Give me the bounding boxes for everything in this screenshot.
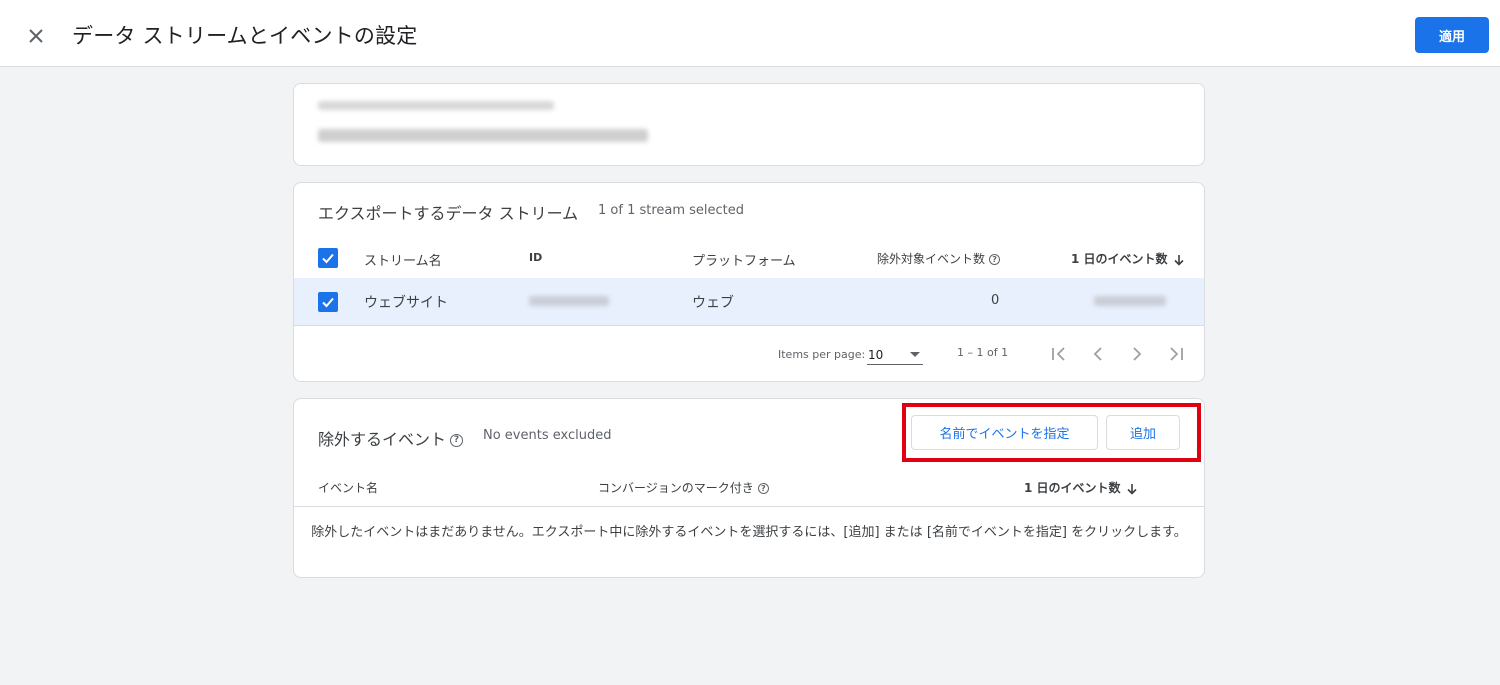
last-page-button[interactable] (1165, 343, 1187, 365)
column-header-conversion[interactable]: コンバージョンのマーク付き? (598, 479, 769, 496)
platform-cell: ウェブ (692, 295, 734, 311)
help-icon[interactable]: ? (450, 434, 464, 447)
help-icon[interactable]: ? (989, 254, 1001, 265)
column-header-event-daily-events-label: 1 日のイベント数 (1024, 481, 1121, 495)
blurred-daily-events (1094, 296, 1166, 306)
column-header-daily-events-label: 1 日のイベント数 (1071, 252, 1168, 266)
divider (294, 506, 1204, 507)
column-header-stream-name[interactable]: ストリーム名 (364, 250, 442, 269)
blurred-stream-id (529, 296, 609, 306)
last-page-icon (1170, 347, 1183, 361)
page-title: データ ストリームとイベントの設定 (72, 24, 418, 48)
dropdown-caret-icon (910, 352, 920, 357)
arrow-down-icon (1126, 483, 1137, 495)
arrow-down-icon (1173, 254, 1184, 266)
help-icon[interactable]: ? (757, 483, 769, 494)
highlight-annotation-box (902, 403, 1201, 462)
excluded-events-cell: 0 (991, 293, 1000, 308)
next-page-button[interactable] (1126, 343, 1148, 365)
chevron-right-icon (1133, 347, 1142, 361)
close-icon (29, 29, 43, 43)
checkmark-icon (322, 253, 334, 264)
checkmark-icon (322, 297, 334, 308)
excluded-events-title-label: 除外するイベント (318, 430, 447, 449)
close-button[interactable] (22, 22, 50, 50)
column-header-daily-events[interactable]: 1 日のイベント数 (1071, 250, 1184, 267)
previous-page-button[interactable] (1087, 343, 1109, 365)
column-header-id[interactable]: ID (529, 251, 542, 264)
pager-range: 1 – 1 of 1 (957, 346, 1009, 359)
items-per-page-value: 10 (868, 348, 884, 362)
column-header-excluded-events-label: 除外対象イベント数 (877, 252, 986, 266)
first-page-icon (1052, 347, 1065, 361)
excluded-events-title: 除外するイベント? (318, 426, 464, 450)
data-streams-card: エクスポートするデータ ストリーム 1 of 1 stream selected… (293, 182, 1205, 382)
property-card (293, 83, 1205, 166)
top-bar: データ ストリームとイベントの設定 適用 (0, 0, 1500, 67)
column-header-platform[interactable]: プラットフォーム (692, 250, 796, 269)
first-page-button[interactable] (1048, 343, 1070, 365)
column-header-event-daily-events[interactable]: 1 日のイベント数 (1024, 479, 1137, 496)
empty-state-message: 除外したイベントはまだありません。エクスポート中に除外するイベントを選択するには… (311, 525, 1187, 540)
items-per-page-select[interactable]: 10 (867, 345, 923, 365)
stream-name-cell: ウェブサイト (364, 295, 448, 311)
table-row[interactable]: ウェブサイト ウェブ 0 (294, 278, 1204, 326)
blurred-property-name (318, 129, 648, 142)
items-per-page-label: Items per page: (778, 348, 866, 361)
select-all-checkbox[interactable] (318, 248, 338, 268)
blurred-property-label (318, 101, 554, 110)
column-header-conversion-label: コンバージョンのマーク付き (598, 481, 754, 495)
chevron-left-icon (1093, 347, 1102, 361)
column-header-excluded-events[interactable]: 除外対象イベント数? (877, 250, 1001, 267)
streams-selection-status: 1 of 1 stream selected (598, 203, 745, 218)
excluded-events-status: No events excluded (483, 428, 612, 443)
row-checkbox[interactable] (318, 292, 338, 312)
streams-section-title: エクスポートするデータ ストリーム (318, 204, 579, 223)
column-header-event-name[interactable]: イベント名 (318, 479, 378, 496)
apply-button[interactable]: 適用 (1415, 17, 1489, 53)
